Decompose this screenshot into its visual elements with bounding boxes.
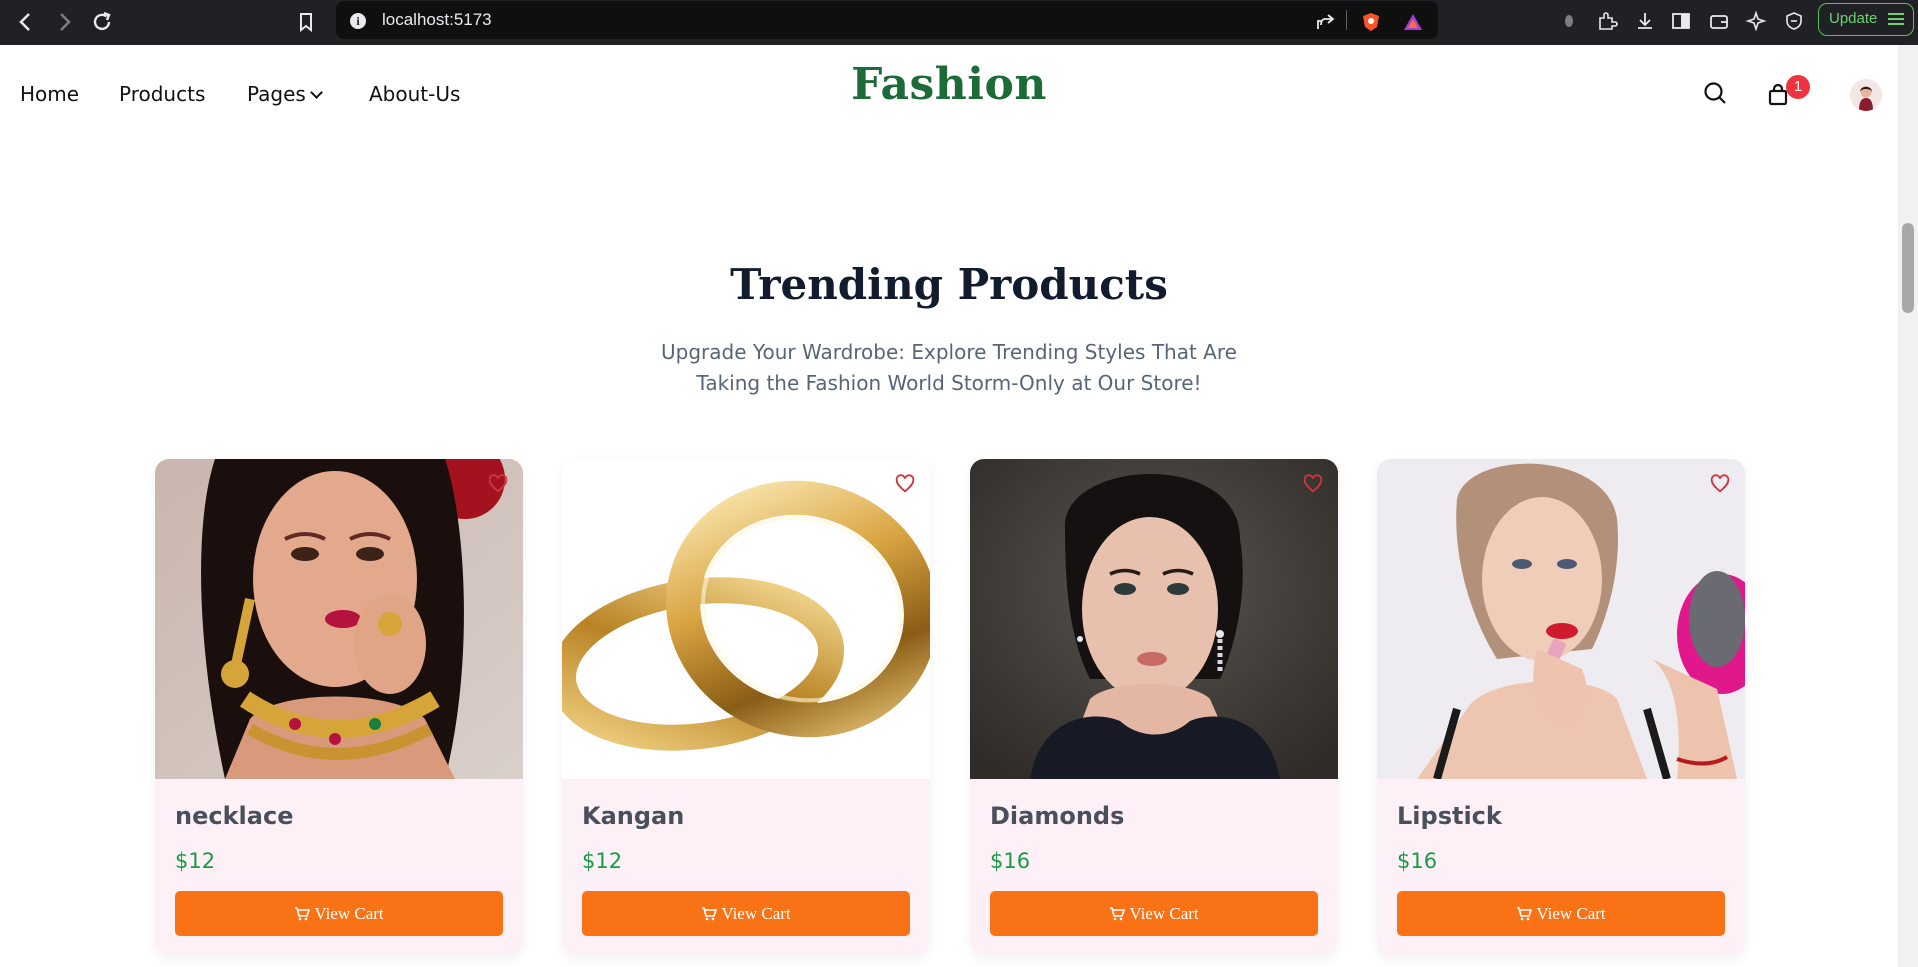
- view-cart-label: View Cart: [1129, 904, 1199, 923]
- section-title: Trending Products: [730, 260, 1168, 309]
- forward-icon[interactable]: [50, 8, 78, 36]
- page-scrollbar[interactable]: [1898, 45, 1918, 967]
- product-image-necklace[interactable]: [155, 459, 523, 779]
- bookmark-icon[interactable]: [292, 8, 320, 36]
- site-navbar: Home Products Pages About-Us Fashion 1: [0, 45, 1898, 140]
- sidebar-icon[interactable]: [1670, 10, 1692, 32]
- scrollbar-thumb[interactable]: [1902, 223, 1914, 313]
- share-icon[interactable]: [1314, 11, 1336, 33]
- update-label: Update: [1829, 10, 1878, 27]
- product-price: $16: [990, 849, 1031, 873]
- cart-icon: [702, 907, 718, 921]
- extension-dot-icon[interactable]: [1558, 10, 1580, 32]
- cart-icon: [295, 907, 311, 921]
- extensions-puzzle-icon[interactable]: [1596, 10, 1618, 32]
- product-card[interactable]: Diamonds $16 View Cart: [970, 459, 1338, 955]
- view-cart-button[interactable]: View Cart: [1397, 891, 1725, 936]
- brave-rewards-icon[interactable]: [1402, 11, 1424, 33]
- cart-icon: [1517, 907, 1533, 921]
- view-cart-button[interactable]: View Cart: [175, 891, 503, 936]
- avatar[interactable]: [1850, 79, 1882, 111]
- search-icon[interactable]: [1703, 81, 1727, 105]
- product-price: $16: [1397, 849, 1438, 873]
- view-cart-label: View Cart: [721, 904, 791, 923]
- product-image-diamonds[interactable]: [970, 459, 1338, 779]
- subtitle-line-1: Upgrade Your Wardrobe: Explore Trending …: [661, 340, 1237, 364]
- address-bar[interactable]: i localhost:5173: [336, 1, 1438, 39]
- url-text: localhost:5173: [382, 10, 492, 29]
- download-icon[interactable]: [1634, 10, 1656, 32]
- divider: [1346, 10, 1347, 30]
- product-name[interactable]: Lipstick: [1397, 802, 1502, 830]
- product-price: $12: [175, 849, 216, 873]
- product-card[interactable]: Lipstick $16 View Cart: [1377, 459, 1745, 955]
- product-card[interactable]: necklace $12 View Cart: [155, 459, 523, 955]
- page-content: Home Products Pages About-Us Fashion 1 T…: [0, 45, 1898, 967]
- cart-icon: [1110, 907, 1126, 921]
- subtitle-line-2: Taking the Fashion World Storm-Only at O…: [696, 371, 1202, 395]
- section-subtitle: Upgrade Your Wardrobe: Explore Trending …: [649, 337, 1249, 399]
- view-cart-label: View Cart: [1536, 904, 1606, 923]
- product-name[interactable]: Diamonds: [990, 802, 1124, 830]
- view-cart-button[interactable]: View Cart: [582, 891, 910, 936]
- brand-logo[interactable]: Fashion: [0, 59, 1898, 110]
- product-name[interactable]: necklace: [175, 802, 293, 830]
- product-price: $12: [582, 849, 623, 873]
- back-icon[interactable]: [12, 8, 40, 36]
- heart-icon[interactable]: [487, 473, 509, 495]
- vpn-shield-icon[interactable]: [1783, 10, 1805, 32]
- product-image-lipstick[interactable]: [1377, 459, 1745, 779]
- browser-toolbar: i localhost:5173 Update: [0, 0, 1918, 45]
- brave-shield-icon[interactable]: [1360, 11, 1382, 33]
- update-button[interactable]: Update: [1818, 3, 1914, 36]
- info-icon[interactable]: i: [350, 13, 366, 29]
- leo-ai-icon[interactable]: [1745, 10, 1767, 32]
- product-name[interactable]: Kangan: [582, 802, 684, 830]
- view-cart-button[interactable]: View Cart: [990, 891, 1318, 936]
- cart-count-badge: 1: [1786, 75, 1810, 99]
- heart-icon[interactable]: [1709, 473, 1731, 495]
- reload-icon[interactable]: [88, 8, 116, 36]
- heart-icon[interactable]: [1302, 473, 1324, 495]
- product-image-kangan[interactable]: [562, 459, 930, 779]
- product-card[interactable]: Kangan $12 View Cart: [562, 459, 930, 955]
- heart-icon[interactable]: [894, 473, 916, 495]
- wallet-icon[interactable]: [1708, 10, 1730, 32]
- view-cart-label: View Cart: [314, 904, 384, 923]
- menu-icon: [1888, 13, 1904, 25]
